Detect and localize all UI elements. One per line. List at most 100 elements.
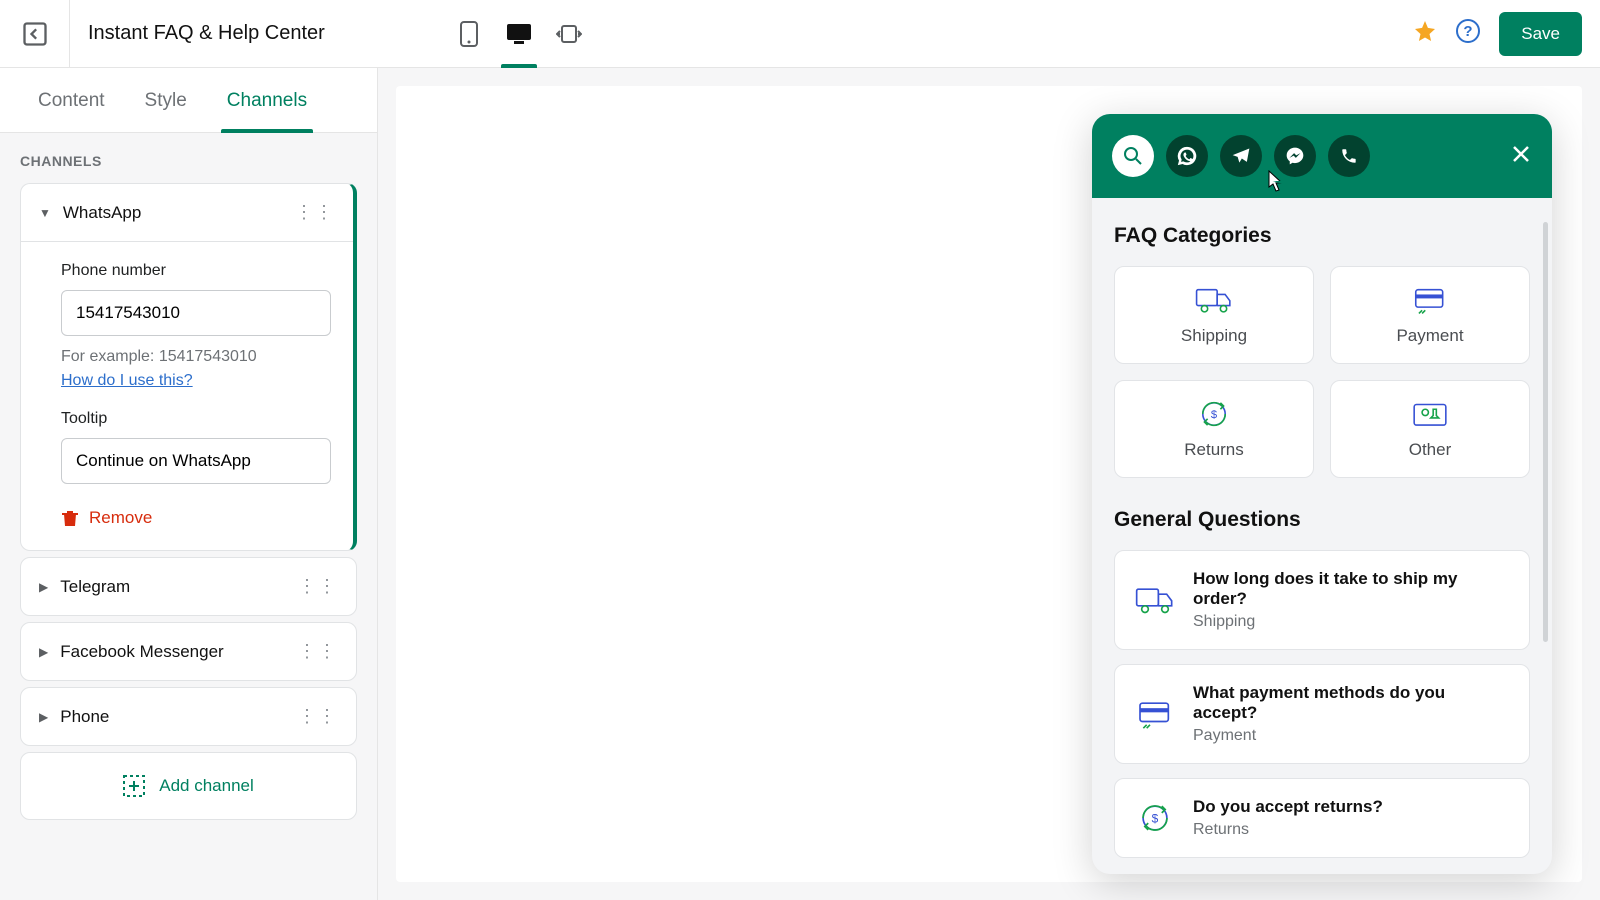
question-card[interactable]: How long does it take to ship my order? … — [1114, 550, 1530, 650]
channel-whatsapp-body: Phone number For example: 15417543010 Ho… — [21, 241, 353, 550]
remove-button[interactable]: Remove — [61, 508, 331, 528]
returns-icon: $ — [1195, 398, 1233, 430]
telegram-icon — [1231, 146, 1251, 166]
drag-handle-icon[interactable]: ⋮⋮ — [295, 202, 335, 223]
channel-messenger-header[interactable]: ▶ Facebook Messenger ⋮⋮ — [21, 623, 356, 680]
category-shipping[interactable]: Shipping — [1114, 266, 1314, 364]
left-panel: Content Style Channels CHANNELS ▼ WhatsA… — [0, 68, 378, 900]
category-label: Returns — [1184, 440, 1244, 460]
question-title: Do you accept returns? — [1193, 797, 1383, 817]
remove-label: Remove — [89, 508, 152, 528]
other-icon — [1411, 398, 1449, 430]
save-button[interactable]: Save — [1499, 12, 1582, 56]
tab-channels[interactable]: Channels — [227, 68, 307, 132]
fullwidth-icon — [556, 24, 582, 44]
device-fullwidth-button[interactable] — [555, 14, 583, 54]
add-channel-card: Add channel — [20, 752, 357, 820]
page-title: Instant FAQ & Help Center — [88, 22, 325, 45]
drag-handle-icon[interactable]: ⋮⋮ — [298, 576, 338, 597]
section-label: CHANNELS — [20, 153, 357, 169]
device-mobile-button[interactable] — [455, 14, 483, 54]
shipping-icon — [1195, 284, 1233, 316]
tooltip-label: Tooltip — [61, 410, 331, 428]
channel-name: Telegram — [60, 577, 130, 597]
payment-icon — [1411, 284, 1449, 316]
channel-messenger: ▶ Facebook Messenger ⋮⋮ — [20, 622, 357, 681]
search-button[interactable] — [1112, 135, 1154, 177]
caret-right-icon: ▶ — [39, 580, 48, 594]
drag-handle-icon[interactable]: ⋮⋮ — [298, 641, 338, 662]
shipping-icon — [1135, 583, 1175, 617]
widget-header — [1092, 114, 1552, 198]
category-payment[interactable]: Payment — [1330, 266, 1530, 364]
mobile-icon — [460, 21, 478, 47]
drag-handle-icon[interactable]: ⋮⋮ — [298, 706, 338, 727]
topbar: Instant FAQ & Help Center ? Save — [0, 0, 1600, 68]
svg-text:$: $ — [1211, 409, 1218, 421]
left-body: CHANNELS ▼ WhatsApp ⋮⋮ Phone number For … — [0, 133, 377, 900]
question-subtitle: Payment — [1193, 727, 1509, 745]
channel-name: Phone — [60, 707, 109, 727]
tab-content[interactable]: Content — [38, 68, 105, 132]
phone-label: Phone number — [61, 262, 331, 280]
caret-right-icon: ▶ — [39, 710, 48, 724]
header-icons — [1112, 135, 1370, 177]
trash-icon — [61, 509, 79, 527]
channel-whatsapp: ▼ WhatsApp ⋮⋮ Phone number For example: … — [20, 183, 357, 551]
scrollbar[interactable] — [1543, 222, 1548, 642]
returns-icon: $ — [1135, 801, 1175, 835]
svg-text:?: ? — [1464, 23, 1473, 40]
question-subtitle: Returns — [1193, 821, 1383, 839]
add-channel-button[interactable]: Add channel — [21, 753, 356, 819]
category-other[interactable]: Other — [1330, 380, 1530, 478]
channel-telegram-header[interactable]: ▶ Telegram ⋮⋮ — [21, 558, 356, 615]
caret-right-icon: ▶ — [39, 645, 48, 659]
add-icon — [123, 775, 145, 797]
widget-body: FAQ Categories Shipping Payment $ Retu — [1092, 198, 1552, 874]
channel-name: Facebook Messenger — [60, 642, 223, 662]
workspace: Content Style Channels CHANNELS ▼ WhatsA… — [0, 68, 1600, 900]
question-title: How long does it take to ship my order? — [1193, 569, 1509, 609]
general-questions-title: General Questions — [1114, 508, 1530, 532]
channel-phone: ▶ Phone ⋮⋮ — [20, 687, 357, 746]
question-card[interactable]: What payment methods do you accept? Paym… — [1114, 664, 1530, 764]
question-subtitle: Shipping — [1193, 613, 1509, 631]
category-grid: Shipping Payment $ Returns Other — [1114, 266, 1530, 478]
messenger-button[interactable] — [1274, 135, 1316, 177]
device-desktop-button[interactable] — [505, 14, 533, 54]
caret-down-icon: ▼ — [39, 206, 51, 220]
faq-widget: Continue on WhatsApp — [1092, 114, 1552, 874]
back-arrow-icon — [21, 20, 49, 48]
category-label: Shipping — [1181, 326, 1247, 346]
channel-name: WhatsApp — [63, 203, 141, 223]
phone-button[interactable] — [1328, 135, 1370, 177]
phone-icon — [1340, 147, 1358, 165]
tabs: Content Style Channels — [0, 68, 377, 133]
telegram-button[interactable] — [1220, 135, 1262, 177]
question-card[interactable]: $ Do you accept returns? Returns — [1114, 778, 1530, 858]
payment-icon — [1135, 697, 1175, 731]
whatsapp-icon — [1176, 145, 1198, 167]
help-button[interactable]: ? — [1455, 18, 1481, 49]
whatsapp-button[interactable] — [1166, 135, 1208, 177]
help-link[interactable]: How do I use this? — [61, 372, 193, 390]
add-channel-label: Add channel — [159, 776, 254, 796]
star-icon[interactable] — [1413, 19, 1437, 48]
canvas-wrap: Continue on WhatsApp — [378, 68, 1600, 900]
channel-whatsapp-header[interactable]: ▼ WhatsApp ⋮⋮ — [21, 184, 353, 241]
category-returns[interactable]: $ Returns — [1114, 380, 1314, 478]
close-button[interactable] — [1510, 143, 1532, 170]
channel-telegram: ▶ Telegram ⋮⋮ — [20, 557, 357, 616]
tab-style[interactable]: Style — [145, 68, 187, 132]
phone-input[interactable] — [61, 290, 331, 336]
faq-categories-title: FAQ Categories — [1114, 224, 1530, 248]
question-title: What payment methods do you accept? — [1193, 683, 1509, 723]
channel-phone-header[interactable]: ▶ Phone ⋮⋮ — [21, 688, 356, 745]
phone-hint: For example: 15417543010 — [61, 348, 331, 366]
back-button[interactable] — [0, 0, 70, 68]
device-toggles — [455, 14, 583, 54]
desktop-icon — [506, 23, 532, 45]
tooltip-input[interactable] — [61, 438, 331, 484]
messenger-icon — [1285, 146, 1305, 166]
category-label: Other — [1409, 440, 1452, 460]
